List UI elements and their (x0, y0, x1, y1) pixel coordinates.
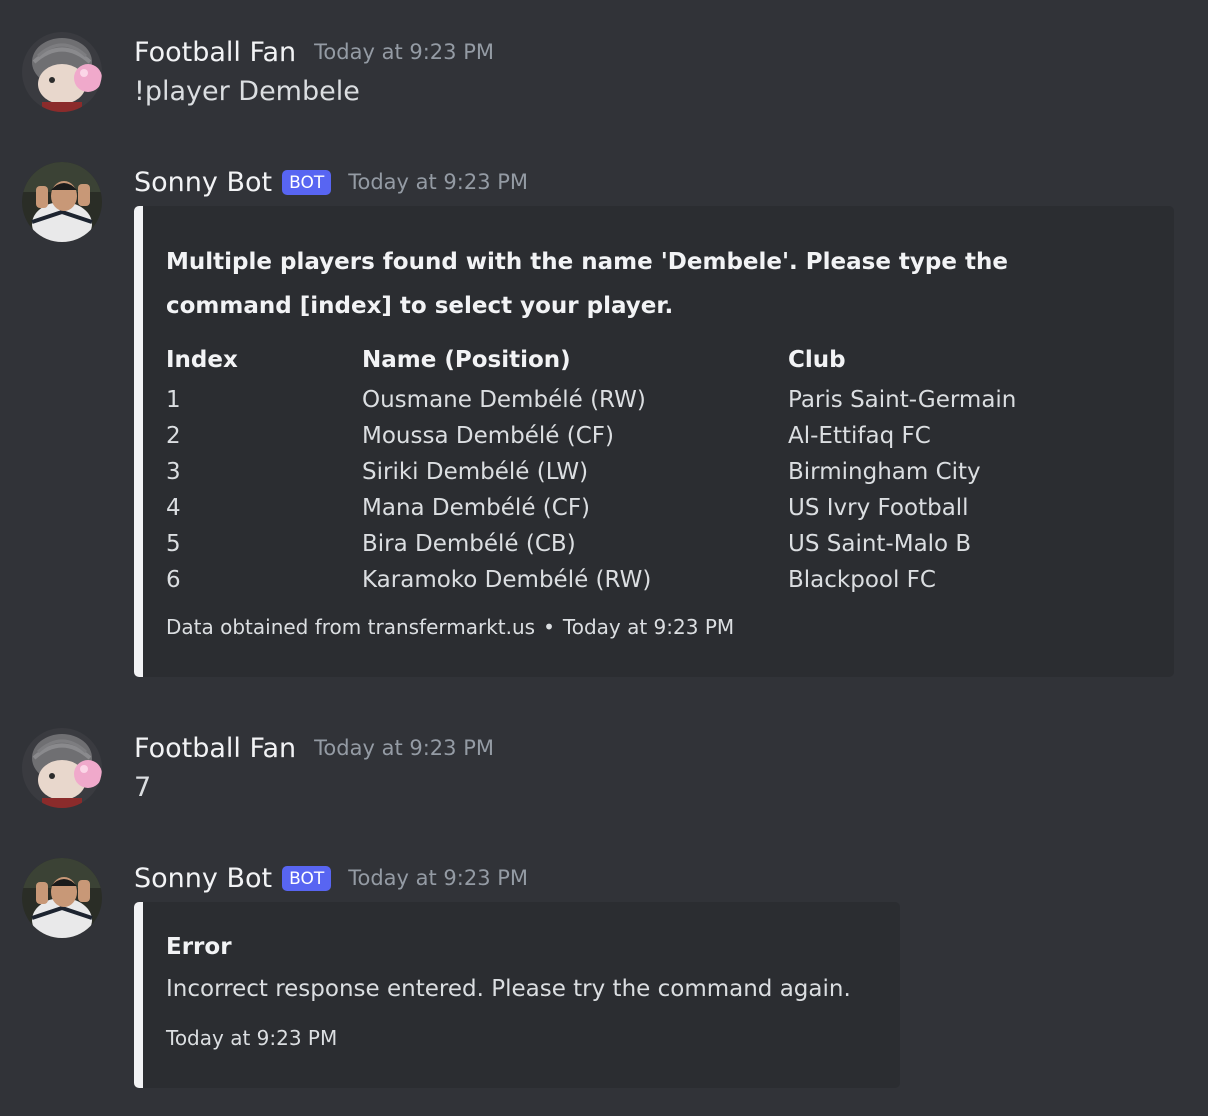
embed-footer: Today at 9:23 PM (166, 1026, 337, 1050)
field-value: 2 (166, 423, 181, 449)
football-player-photo-avatar-icon (22, 858, 102, 938)
message-header: Sonny Bot BOT Today at 9:23 PM (134, 858, 528, 898)
embed-footer: Data obtained from transfermarkt.us • Toda… (166, 615, 734, 639)
field-value: Birmingham City (788, 459, 981, 485)
footer-separator: • (543, 615, 555, 639)
bubblegum-character-avatar-icon (22, 728, 102, 808)
field-value: Ousmane Dembélé (RW) (362, 387, 646, 413)
field-value: Paris Saint-Germain (788, 387, 1017, 413)
field-club: Club Paris Saint-Germain Al-Ettifaq FC B… (788, 342, 1016, 598)
footer-timestamp: Today at 9:23 PM (166, 1026, 338, 1050)
username[interactable]: Sonny Bot (134, 167, 272, 198)
message-timestamp[interactable]: Today at 9:23 PM (314, 40, 494, 64)
field-value: US Ivry Football (788, 495, 969, 521)
field-name-position: Name (Position) Ousmane Dembélé (RW) Mou… (362, 342, 651, 598)
message-header: Sonny Bot BOT Today at 9:23 PM (134, 162, 528, 202)
bot-tag: BOT (282, 865, 332, 891)
field-name: Name (Position) (362, 347, 571, 373)
field-value: US Saint-Malo B (788, 531, 972, 557)
field-name: Club (788, 347, 846, 373)
embed-description: Multiple players found with the name 'De… (166, 249, 1008, 319)
field-value: 3 (166, 459, 181, 485)
footer-timestamp: Today at 9:23 PM (562, 615, 735, 639)
field-index: Index 1 2 3 4 5 6 (166, 342, 238, 598)
message-header: Football Fan Today at 9:23 PM (134, 728, 494, 768)
message-timestamp[interactable]: Today at 9:23 PM (348, 170, 528, 194)
message-header: Football Fan Today at 9:23 PM (134, 32, 494, 72)
message-timestamp[interactable]: Today at 9:23 PM (314, 736, 494, 760)
avatar-football-fan[interactable] (22, 32, 102, 112)
field-value: Mana Dembélé (CF) (362, 495, 591, 521)
field-value: 1 (166, 387, 181, 413)
avatar-sonny-bot[interactable] (22, 858, 102, 938)
field-value: Moussa Dembélé (CF) (362, 423, 614, 449)
player-list-embed: Multiple players found with the name 'De… (134, 206, 1174, 677)
field-value: Siriki Dembélé (LW) (362, 459, 589, 485)
avatar-football-fan[interactable] (22, 728, 102, 808)
username[interactable]: Football Fan (134, 37, 296, 68)
bot-tag: BOT (282, 169, 332, 195)
field-value: Blackpool FC (788, 567, 936, 593)
football-player-photo-avatar-icon (22, 162, 102, 242)
field-name: Index (166, 347, 238, 373)
message-text: !player Dembele (134, 76, 360, 107)
embed-description: Incorrect response entered. Please try t… (166, 976, 851, 1002)
field-value: Al-Ettifaq FC (788, 423, 931, 449)
field-value: 6 (166, 567, 181, 593)
username[interactable]: Sonny Bot (134, 863, 272, 894)
username[interactable]: Football Fan (134, 733, 296, 764)
message-text: 7 (134, 772, 152, 803)
bubblegum-character-avatar-icon (22, 32, 102, 112)
error-embed: Error Incorrect response entered. Please… (134, 902, 900, 1088)
chat-messages: Football Fan Today at 9:23 PM !player De… (0, 0, 1208, 1116)
message-timestamp[interactable]: Today at 9:23 PM (348, 866, 528, 890)
footer-text: Data obtained from transfermarkt.us (166, 615, 536, 639)
field-value: Bira Dembélé (CB) (362, 531, 576, 557)
avatar-sonny-bot[interactable] (22, 162, 102, 242)
field-value: 5 (166, 531, 181, 557)
field-value: 4 (166, 495, 181, 521)
embed-title: Error (166, 934, 232, 960)
field-value: Karamoko Dembélé (RW) (362, 567, 652, 593)
